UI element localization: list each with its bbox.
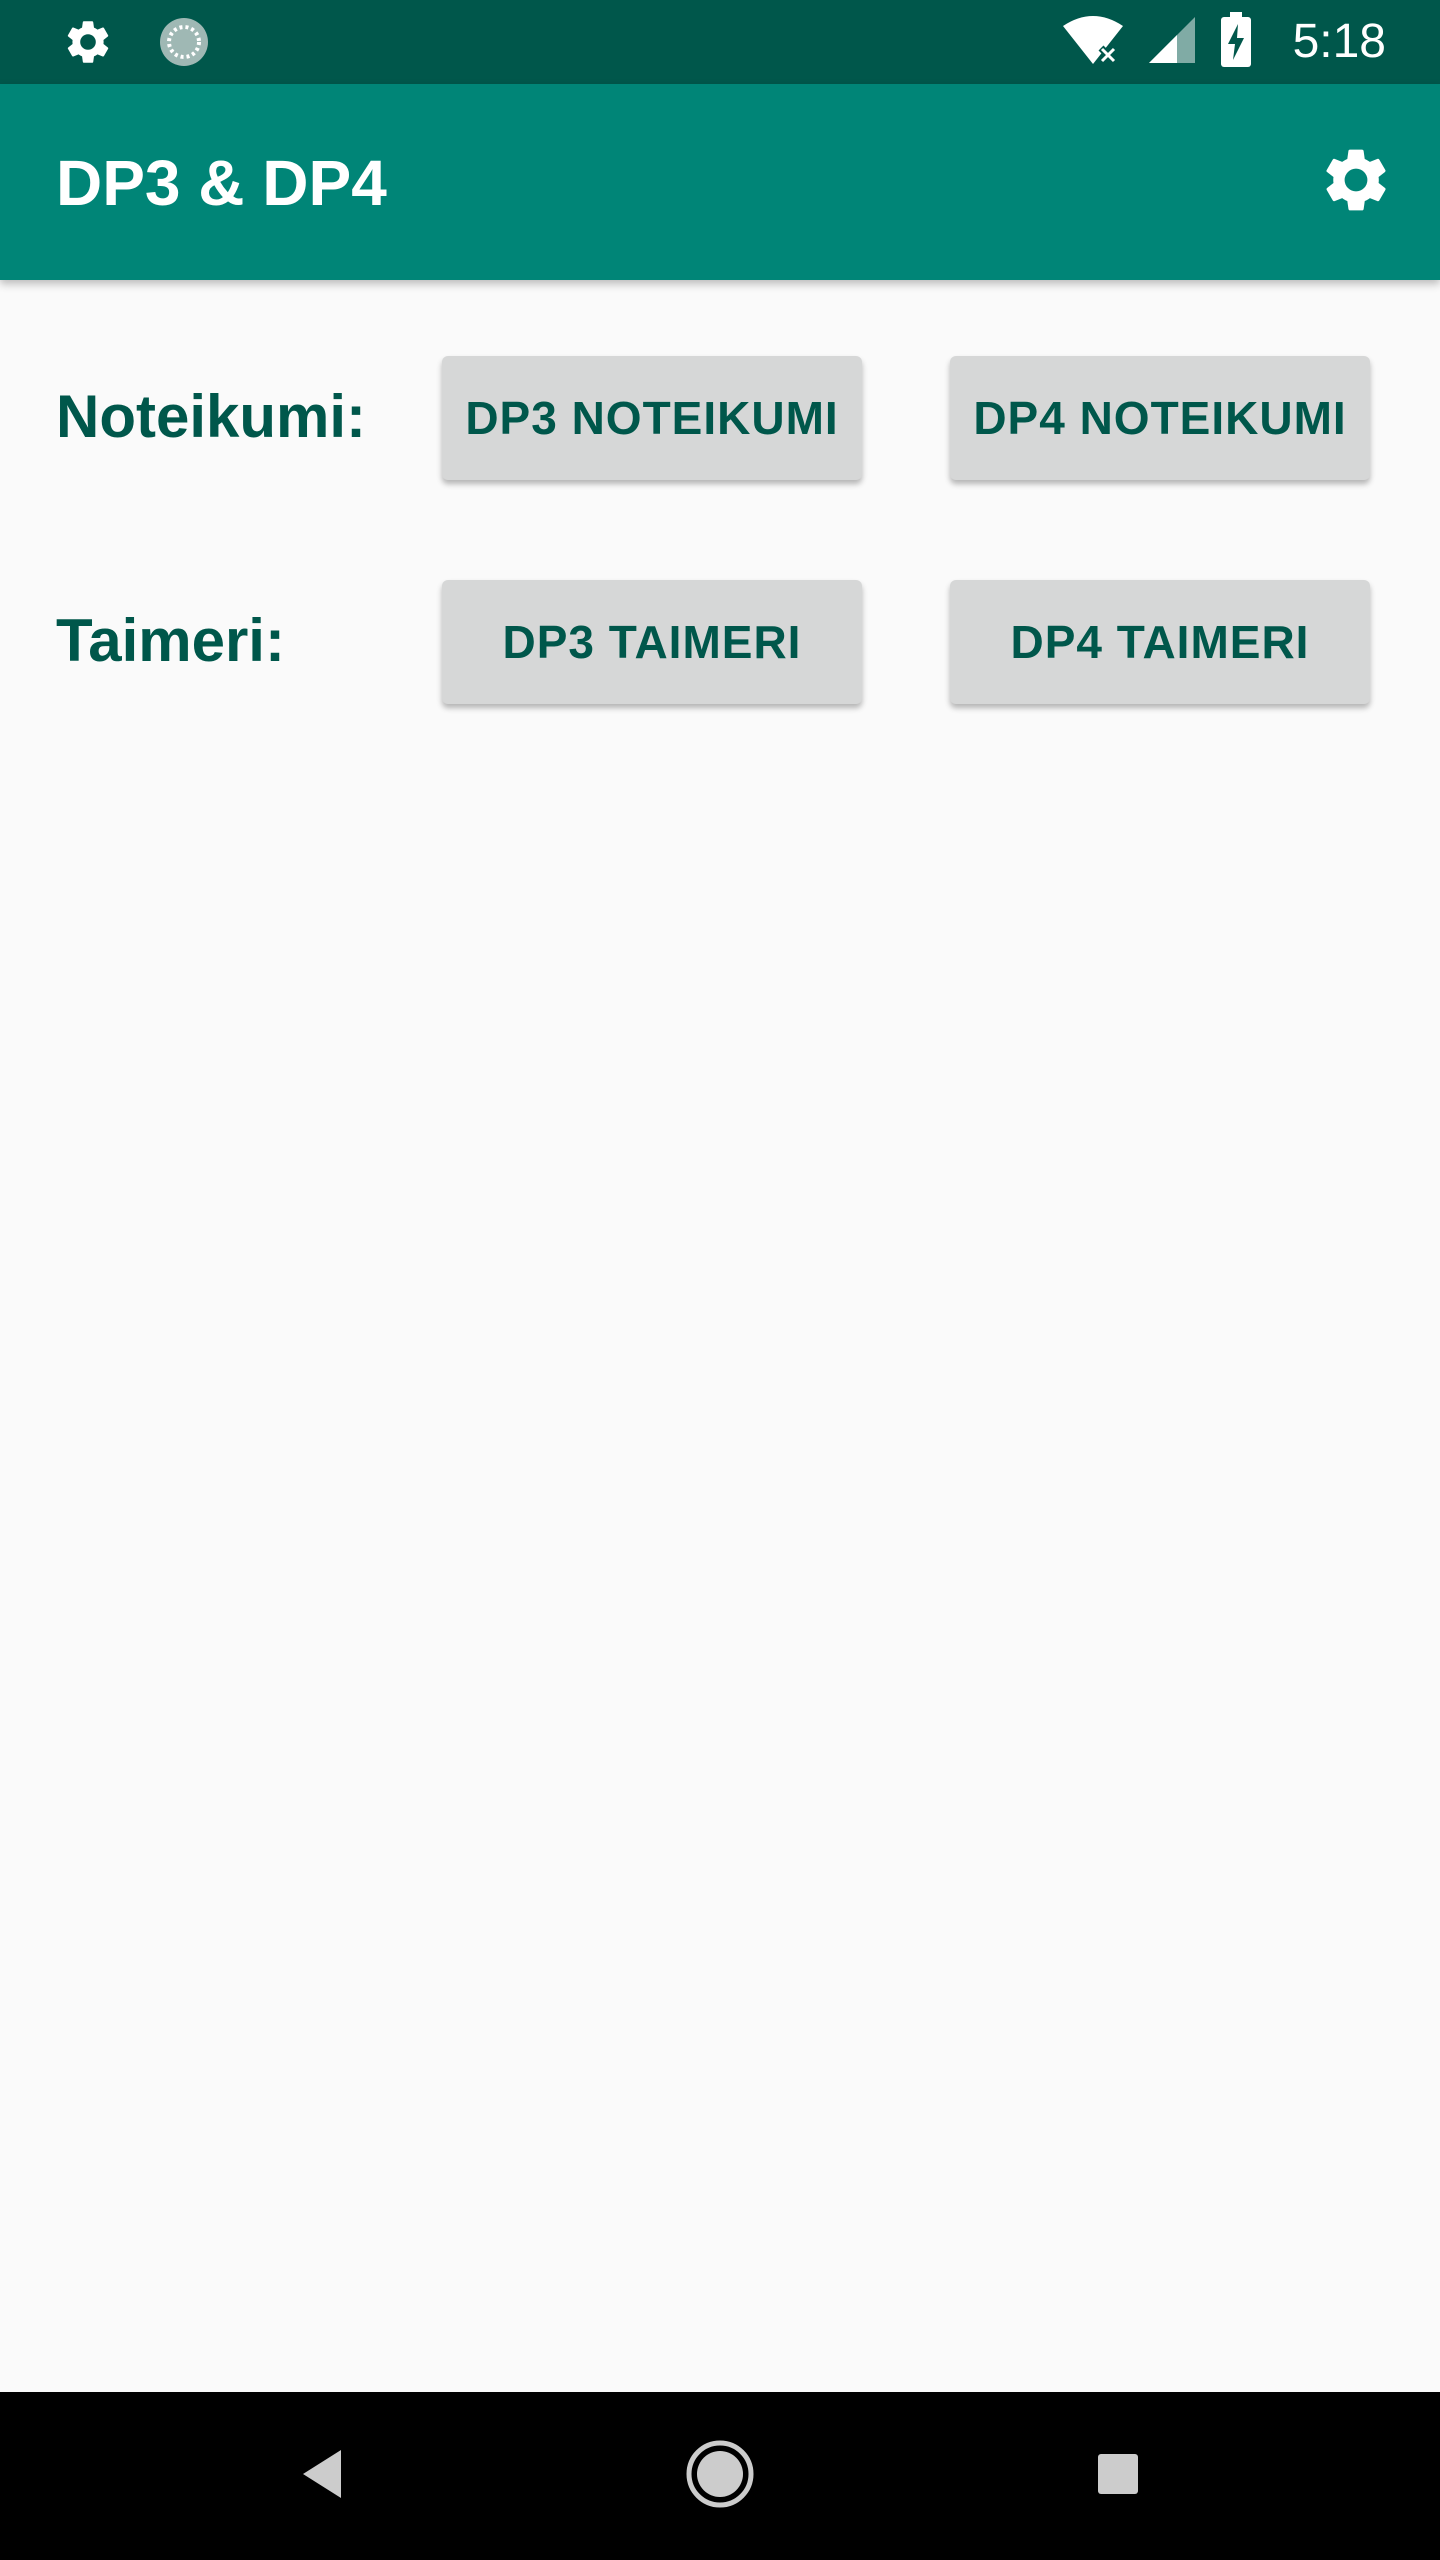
- timers-label: Taimeri:: [56, 607, 285, 674]
- dp4-timer-button[interactable]: DP4 TAIMERI: [950, 580, 1370, 704]
- status-bar-left: [62, 16, 210, 73]
- main-content: Noteikumi: DP3 NOTEIKUMI DP4 NOTEIKUMI T…: [0, 280, 1440, 2392]
- dp4-rules-button[interactable]: DP4 NOTEIKUMI: [950, 356, 1370, 480]
- gear-icon: [62, 16, 114, 73]
- back-icon: [297, 2446, 347, 2507]
- back-button[interactable]: [272, 2426, 372, 2526]
- wifi-icon: [1061, 14, 1125, 71]
- status-bar: 5:18: [0, 0, 1440, 84]
- home-button[interactable]: [670, 2426, 770, 2526]
- home-icon: [684, 2438, 756, 2515]
- recents-button[interactable]: [1068, 2426, 1168, 2526]
- sync-icon: [158, 16, 210, 73]
- dp3-timer-button[interactable]: DP3 TAIMERI: [442, 580, 862, 704]
- recents-icon: [1094, 2450, 1142, 2503]
- app-title: DP3 & DP4: [56, 147, 387, 219]
- app-bar: DP3 & DP4: [0, 84, 1440, 280]
- status-bar-right: 5:18: [1061, 11, 1386, 73]
- gear-icon: [1318, 142, 1394, 223]
- dp3-rules-button[interactable]: DP3 NOTEIKUMI: [442, 356, 862, 480]
- battery-icon: [1219, 11, 1253, 73]
- status-time: 5:18: [1292, 15, 1386, 68]
- settings-button[interactable]: [1312, 138, 1400, 226]
- rules-label: Noteikumi:: [56, 383, 367, 450]
- navigation-bar: [0, 2392, 1440, 2560]
- signal-icon: [1147, 15, 1197, 70]
